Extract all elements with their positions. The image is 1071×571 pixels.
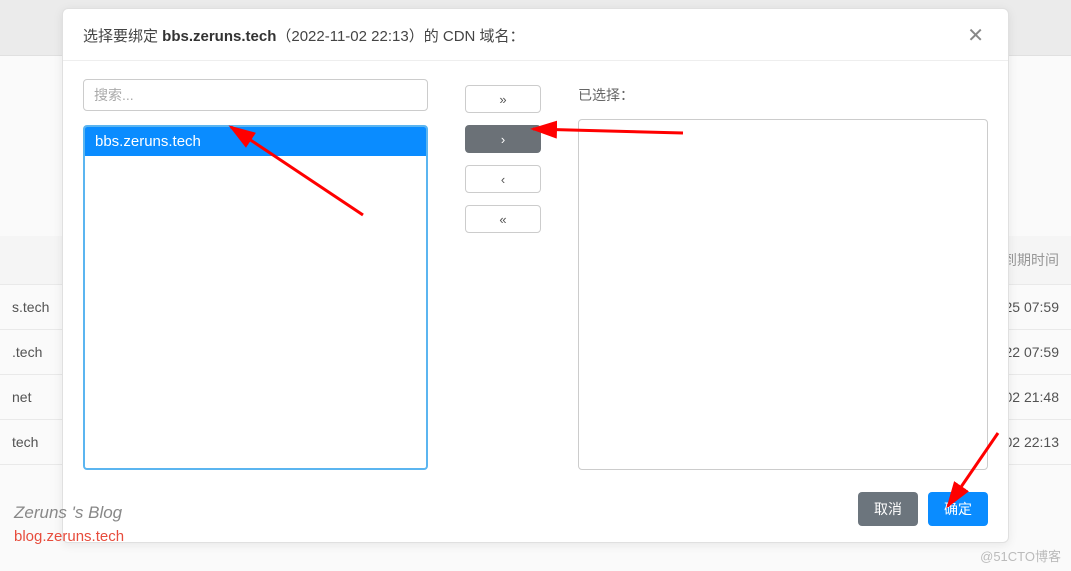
available-column: bbs.zeruns.tech [83,79,428,470]
modal-header: 选择要绑定 bbs.zeruns.tech（2022-11-02 22:13）的… [63,9,1008,61]
move-left-button[interactable]: ‹ [465,165,541,193]
ok-button[interactable]: 确定 [928,492,988,526]
transfer-controls: » › ‹ « [458,79,548,470]
move-right-button[interactable]: › [465,125,541,153]
available-listbox[interactable]: bbs.zeruns.tech [83,125,428,470]
modal-body: bbs.zeruns.tech » › ‹ « 已选择： [63,61,1008,480]
selected-listbox[interactable] [578,119,988,470]
close-icon[interactable]: ✕ [963,26,988,46]
watermark-url: blog.zeruns.tech [14,528,124,545]
search-input[interactable] [83,79,428,111]
selected-column: 已选择： [578,79,988,470]
double-chevron-left-icon: « [499,212,506,227]
chevron-right-icon: › [501,132,505,147]
watermark-blog: Zeruns 's Blog [14,503,122,523]
modal-title: 选择要绑定 bbs.zeruns.tech（2022-11-02 22:13）的… [83,25,525,46]
move-all-left-button[interactable]: « [465,205,541,233]
modal-footer: 取消 确定 [63,480,1008,542]
watermark-source: @51CTO博客 [980,546,1061,565]
list-item[interactable]: bbs.zeruns.tech [85,127,426,156]
cancel-button[interactable]: 取消 [858,492,918,526]
cdn-bind-modal: 选择要绑定 bbs.zeruns.tech（2022-11-02 22:13）的… [62,8,1009,543]
move-all-right-button[interactable]: » [465,85,541,113]
selected-label: 已选择： [578,79,988,105]
double-chevron-right-icon: » [499,92,506,107]
chevron-left-icon: ‹ [501,172,505,187]
